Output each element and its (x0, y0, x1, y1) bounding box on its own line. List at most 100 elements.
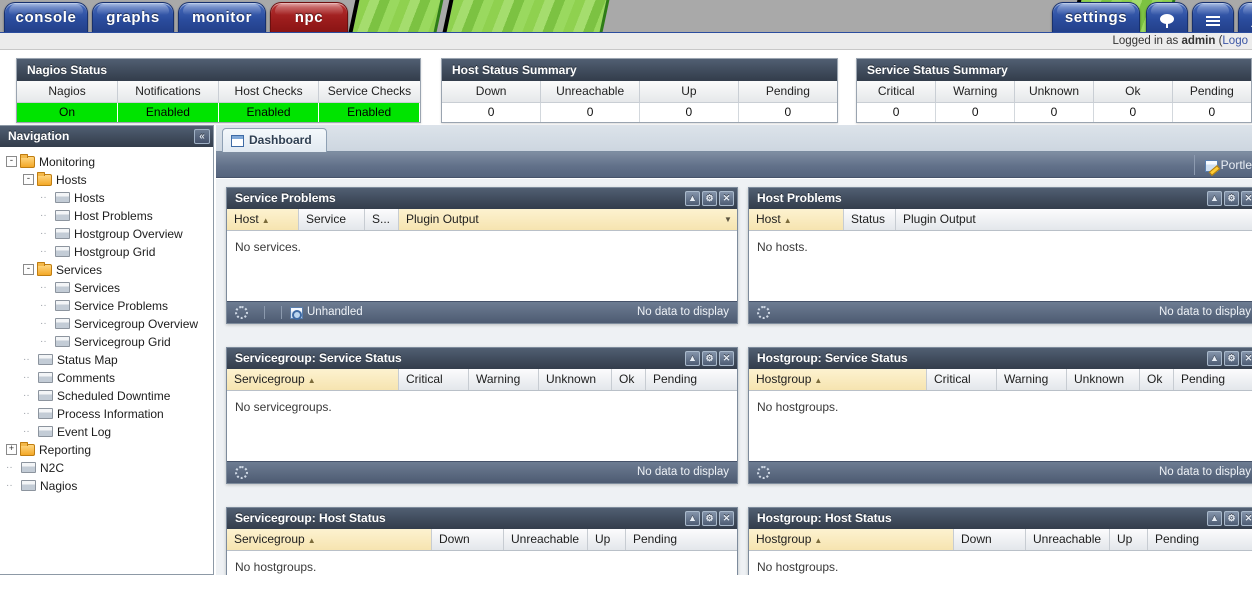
column-header[interactable]: Service (299, 209, 365, 230)
sidebar-item-hosts[interactable]: - Hosts (6, 170, 213, 188)
sidebar-collapse-icon[interactable]: « (194, 129, 210, 144)
sidebar-item-comments[interactable]: ·· Comments (6, 368, 213, 386)
column-header[interactable]: Servicegroup ▲ (227, 369, 399, 390)
portlet-titlebar[interactable]: Service Problems ▲ ⚙ ✕ (227, 188, 737, 209)
column-header[interactable]: Critical (927, 369, 997, 390)
sidebar-item-scheduled-downtime[interactable]: ·· Scheduled Downtime (6, 386, 213, 404)
sidebar-item-servicegroup-grid[interactable]: ·· Servicegroup Grid (6, 332, 213, 350)
column-header[interactable]: Pending (1174, 369, 1252, 390)
column-header: Up (639, 81, 739, 103)
nav-tab-console[interactable]: console (4, 2, 88, 32)
column-header[interactable]: Warning (997, 369, 1067, 390)
column-header[interactable]: Down (432, 529, 504, 550)
column-header[interactable]: Servicegroup ▲ (227, 529, 432, 550)
column-header[interactable]: Pending (646, 369, 737, 390)
column-header[interactable]: Plugin Output (896, 209, 1252, 230)
sidebar-item-servicegroup-overview[interactable]: ·· Servicegroup Overview (6, 314, 213, 332)
column-header[interactable]: Up (588, 529, 626, 550)
toolbar-separator (264, 306, 265, 319)
close-icon[interactable]: ✕ (1241, 191, 1252, 206)
collapse-icon[interactable]: ▲ (1207, 511, 1222, 526)
service-status-summary-panel: Service Status Summary Critical Warning Un… (856, 58, 1252, 123)
logout-link[interactable]: Logo (1222, 35, 1248, 47)
collapse-toggle-icon[interactable]: - (23, 174, 34, 186)
sidebar-item-host-problems[interactable]: ·· Host Problems (6, 206, 213, 224)
portlet-titlebar[interactable]: Hostgroup: Service Status ▲ ⚙ ✕ (749, 348, 1252, 369)
sidebar-item-service-problems[interactable]: ·· Service Problems (6, 296, 213, 314)
sidebar-item-hosts[interactable]: ·· Hosts (6, 188, 213, 206)
collapse-icon[interactable]: ▲ (1207, 351, 1222, 366)
gear-icon[interactable]: ⚙ (702, 351, 717, 366)
collapse-toggle-icon[interactable]: - (23, 264, 34, 276)
sidebar-item-reporting[interactable]: + Reporting (6, 440, 213, 458)
gear-icon[interactable]: ⚙ (1224, 511, 1239, 526)
collapse-icon[interactable]: ▲ (685, 511, 700, 526)
portlet-titlebar[interactable]: Servicegroup: Service Status ▲ ⚙ ✕ (227, 348, 737, 369)
close-icon[interactable]: ✕ (719, 351, 734, 366)
page-icon (55, 318, 70, 330)
refresh-icon[interactable] (235, 466, 248, 479)
nav-tab-settings[interactable]: settings (1052, 2, 1140, 32)
column-header[interactable]: Ok (1140, 369, 1174, 390)
sidebar-item-nagios[interactable]: ·· Nagios (6, 476, 213, 494)
nav-tab-graphs[interactable]: graphs (92, 2, 174, 32)
column-header[interactable]: Unknown (539, 369, 612, 390)
column-header[interactable]: Host ▲ (227, 209, 299, 230)
column-header[interactable]: Ok (612, 369, 646, 390)
column-header[interactable]: Down (954, 529, 1026, 550)
close-icon[interactable]: ✕ (1241, 351, 1252, 366)
collapse-icon[interactable]: ▲ (1207, 191, 1222, 206)
column-header[interactable]: Plugin Output (399, 209, 719, 230)
close-icon[interactable]: ✕ (1241, 511, 1252, 526)
column-header-label: Service (306, 212, 347, 226)
column-header[interactable]: Warning (469, 369, 539, 390)
collapse-icon[interactable]: ▲ (685, 351, 700, 366)
column-header[interactable]: Unreachable (1026, 529, 1110, 550)
column-header[interactable]: Unknown (1067, 369, 1140, 390)
collapse-icon[interactable]: ▲ (685, 191, 700, 206)
sidebar-item-event-log[interactable]: ·· Event Log (6, 422, 213, 440)
column-header[interactable]: Hostgroup ▲ (749, 529, 954, 550)
sidebar-item-services[interactable]: ·· Services (6, 278, 213, 296)
column-menu-icon[interactable]: ▼ (719, 209, 737, 230)
nav-tab-chart-icon-button[interactable] (1238, 2, 1252, 32)
close-icon[interactable]: ✕ (719, 191, 734, 206)
sidebar-item-hostgroup-grid[interactable]: ·· Hostgroup Grid (6, 242, 213, 260)
sidebar-item-n2c[interactable]: ·· N2C (6, 458, 213, 476)
gear-icon[interactable]: ⚙ (1224, 351, 1239, 366)
column-header[interactable]: Host ▲ (749, 209, 844, 230)
column-header[interactable]: Critical (399, 369, 469, 390)
portlet-titlebar[interactable]: Hostgroup: Host Status ▲ ⚙ ✕ (749, 508, 1252, 529)
column-header[interactable]: Hostgroup ▲ (749, 369, 927, 390)
refresh-icon[interactable] (757, 306, 770, 319)
nav-tab-list-icon-button[interactable] (1192, 2, 1234, 32)
collapse-toggle-icon[interactable]: - (6, 156, 17, 168)
sidebar-item-status-map[interactable]: ·· Status Map (6, 350, 213, 368)
column-header[interactable]: S... (365, 209, 399, 230)
sidebar-item-process-information[interactable]: ·· Process Information (6, 404, 213, 422)
nav-tab-npc[interactable]: npc (270, 2, 348, 32)
sidebar-item-monitoring[interactable]: - Monitoring (6, 152, 213, 170)
portlet-titlebar[interactable]: Servicegroup: Host Status ▲ ⚙ ✕ (227, 508, 737, 529)
column-header[interactable]: Up (1110, 529, 1148, 550)
nav-tab-tree-icon-button[interactable] (1146, 2, 1188, 32)
refresh-icon[interactable] (235, 306, 248, 319)
column-header[interactable]: Pending (1148, 529, 1252, 550)
column-header[interactable]: Pending (626, 529, 737, 550)
nav-tab-monitor[interactable]: monitor (178, 2, 266, 32)
expand-toggle-icon[interactable]: + (6, 444, 17, 456)
status-value-cell: 0 (738, 102, 837, 122)
portlets-button[interactable]: Portle (1193, 155, 1252, 175)
refresh-icon[interactable] (757, 466, 770, 479)
gear-icon[interactable]: ⚙ (702, 511, 717, 526)
portlet-titlebar[interactable]: Host Problems ▲ ⚙ ✕ (749, 188, 1252, 209)
gear-icon[interactable]: ⚙ (1224, 191, 1239, 206)
close-icon[interactable]: ✕ (719, 511, 734, 526)
sidebar-item-hostgroup-overview[interactable]: ·· Hostgroup Overview (6, 224, 213, 242)
gear-icon[interactable]: ⚙ (702, 191, 717, 206)
unhandled-filter-button[interactable]: Unhandled (290, 302, 363, 323)
column-header[interactable]: Unreachable (504, 529, 588, 550)
sidebar-item-services[interactable]: - Services (6, 260, 213, 278)
tab-dashboard[interactable]: Dashboard (222, 128, 327, 152)
column-header[interactable]: Status (844, 209, 896, 230)
